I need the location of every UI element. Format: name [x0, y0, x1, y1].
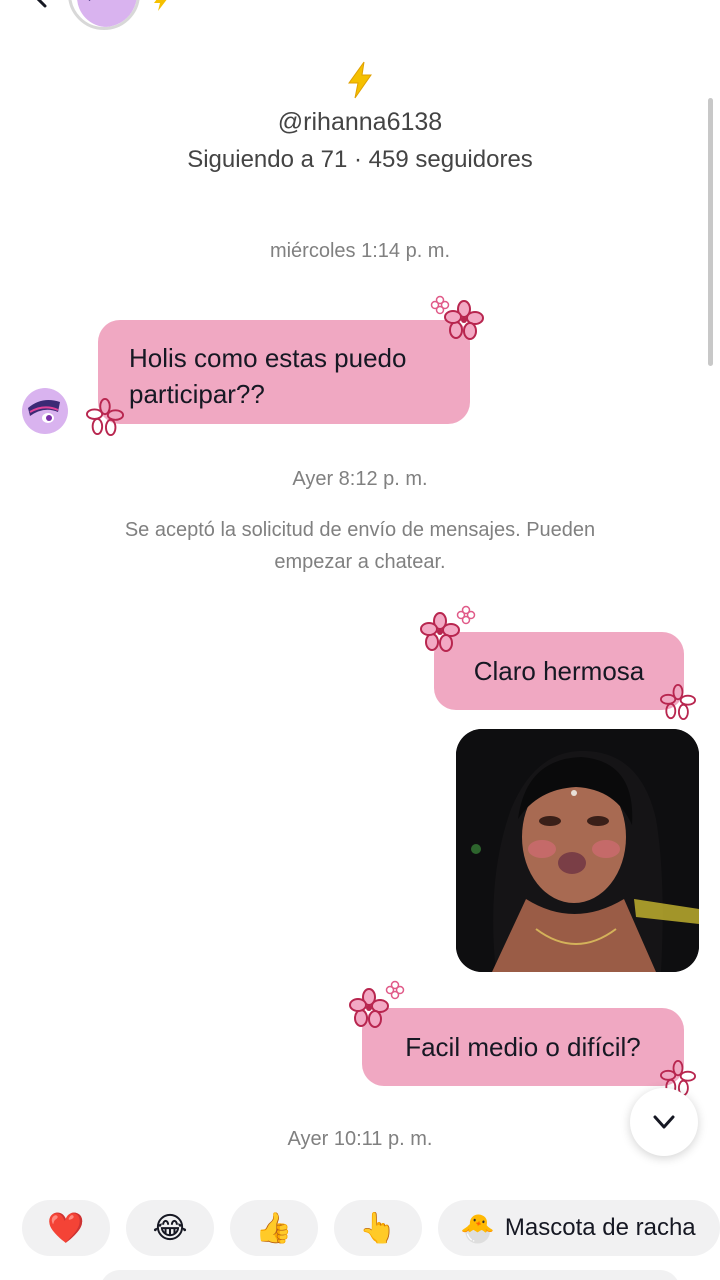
timestamp: miércoles 1:14 p. m.: [269, 240, 451, 262]
mascot-label: Mascota de racha: [504, 1214, 696, 1241]
header-avatar[interactable]: [68, 0, 140, 30]
message-bubble-received[interactable]: Holis como estas puedo participar??: [98, 320, 470, 424]
chevron-down-icon: [653, 1115, 675, 1129]
flower-icon: [420, 612, 460, 652]
scroll-to-bottom-button[interactable]: [630, 1088, 698, 1156]
quick-reply-heart[interactable]: ❤️: [22, 1200, 110, 1256]
sent-photo[interactable]: [456, 729, 699, 972]
streak-bolt-icon: [348, 61, 372, 99]
flower-icon: [349, 988, 389, 1028]
small-flower-icon: [385, 980, 405, 1000]
flower-icon: [660, 684, 696, 720]
lightning-bolt-icon: [154, 0, 167, 11]
quick-reply-point-up[interactable]: 👆: [334, 1200, 422, 1256]
quick-reply-bar: ❤️ 😂 👍 👆 🐣 Mascota de racha: [0, 1200, 720, 1256]
top-bar: [0, 0, 720, 34]
small-flower-icon: [456, 605, 476, 625]
message-input[interactable]: [100, 1270, 680, 1280]
quick-reply-laugh[interactable]: 😂: [126, 1200, 214, 1256]
sender-avatar[interactable]: [22, 388, 68, 434]
follow-stats: Siguiendo a 71 · 459 seguidores: [187, 146, 533, 173]
flower-icon: [86, 398, 124, 436]
streak-mascot-button[interactable]: 🐣 Mascota de racha: [438, 1200, 720, 1256]
message-bubble-sent[interactable]: Facil medio o difícil?: [362, 1008, 684, 1086]
flower-icon: [444, 300, 484, 340]
timestamp: Ayer 8:12 p. m.: [292, 468, 428, 490]
timestamp: Ayer 10:11 p. m.: [287, 1128, 433, 1150]
chevron-left-icon[interactable]: [30, 0, 52, 8]
system-message: Se aceptó la solicitud de envío de mensa…: [124, 519, 596, 573]
profile-username[interactable]: @rihanna6138: [0, 108, 720, 137]
mascot-emoji-icon: 🐣: [460, 1212, 495, 1244]
message-bubble-sent[interactable]: Claro hermosa: [434, 632, 684, 710]
quick-reply-thumbs-up[interactable]: 👍: [230, 1200, 318, 1256]
scrollbar[interactable]: [708, 98, 713, 366]
